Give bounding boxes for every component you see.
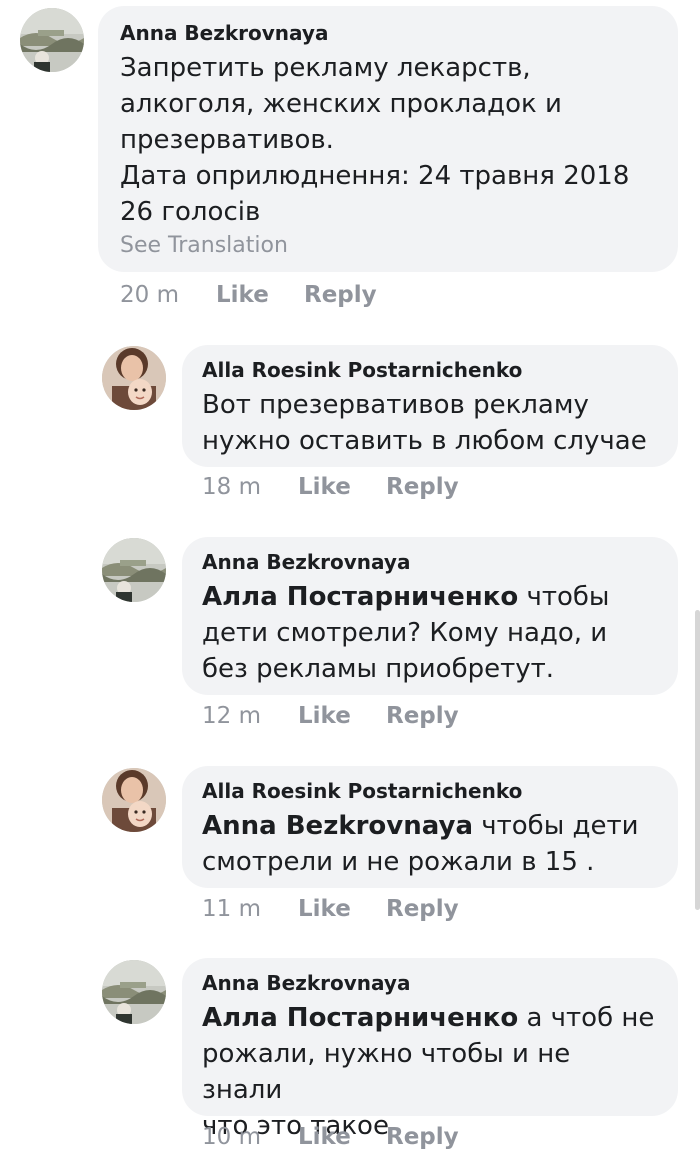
comment-actions: 18 m Like Reply [202,474,459,500]
like-button[interactable]: Like [298,1124,386,1150]
like-button[interactable]: Like [298,474,386,500]
comment-author[interactable]: Alla Roesink Postarnichenko [202,357,658,383]
comment-bubble: Anna Bezkrovnaya Алла Постарниченко чтоб… [182,537,678,695]
like-button[interactable]: Like [216,282,304,308]
comment-timestamp: 10 m [202,1124,261,1150]
comment-bubble: Anna Bezkrovnaya Запретить рекламу лекар… [98,6,678,272]
reply-button[interactable]: Reply [386,1124,459,1150]
like-button[interactable]: Like [298,703,386,729]
like-button[interactable]: Like [298,896,386,922]
reply-button[interactable]: Reply [386,474,459,500]
comment-timestamp: 20 m [120,282,179,308]
comment-timestamp: 18 m [202,474,261,500]
avatar-photo-icon [102,960,166,1024]
scrollbar[interactable] [695,610,700,910]
avatar[interactable] [20,8,84,72]
comment-text: Вот презервативов рекламу нужно оставить… [202,390,647,456]
comment-author[interactable]: Anna Bezkrovnaya [202,549,658,575]
avatar-photo-icon [102,538,166,602]
see-translation-link[interactable]: See Translation [120,232,656,260]
comment-bubble: Alla Roesink Postarnichenko Anna Bezkrov… [182,766,678,888]
reply-button[interactable]: Reply [386,703,459,729]
comment-actions: 10 m Like Reply [202,1124,459,1150]
avatar[interactable] [102,538,166,602]
comment-bubble: Anna Bezkrovnaya Алла Постарниченко а чт… [182,958,678,1141]
avatar[interactable] [102,346,166,410]
comment-text: Алла Постарниченко а чтоб не рожали, нуж… [202,1000,658,1144]
comment-timestamp: 11 m [202,896,261,922]
avatar[interactable] [102,960,166,1024]
comment-actions: 11 m Like Reply [202,896,459,922]
avatar-photo-icon [20,8,84,72]
mention-link[interactable]: Anna Bezkrovnaya [202,811,473,841]
comment-timestamp: 12 m [202,703,261,729]
comment-bubble: Alla Roesink Postarnichenko Вот презерва… [182,345,678,467]
comment-text: Запретить рекламу лекарств, алкоголя, же… [120,53,630,227]
comment-text: Anna Bezkrovnaya чтобы дети смотрели и н… [202,808,658,880]
comment-author[interactable]: Anna Bezkrovnaya [202,970,658,996]
comment-actions: 12 m Like Reply [202,703,459,729]
avatar[interactable] [102,768,166,832]
mention-link[interactable]: Алла Постарниченко [202,1003,518,1033]
reply-button[interactable]: Reply [304,282,377,308]
avatar-photo-icon [102,768,166,832]
comment-author[interactable]: Anna Bezkrovnaya [120,20,656,46]
avatar-photo-icon [102,346,166,410]
comment-author[interactable]: Alla Roesink Postarnichenko [202,778,658,804]
comment-actions: 20 m Like Reply [120,282,377,308]
reply-button[interactable]: Reply [386,896,459,922]
comment-text: Алла Постарниченко чтобы дети смотрели? … [202,579,658,687]
mention-link[interactable]: Алла Постарниченко [202,582,518,612]
